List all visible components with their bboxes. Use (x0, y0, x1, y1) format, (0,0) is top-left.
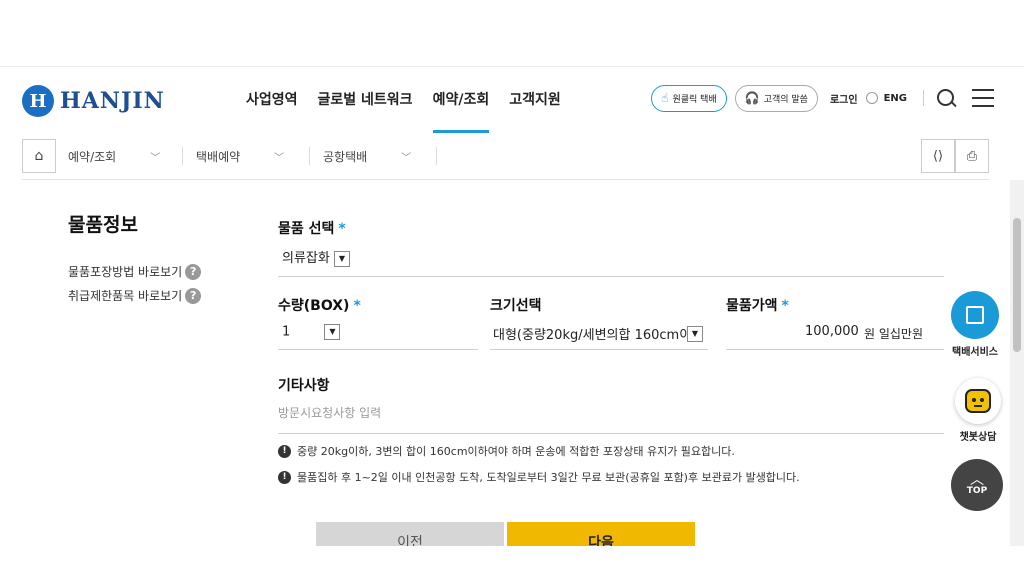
field-underline (726, 349, 944, 350)
packing-guide-label: 물품포장방법 바로보기 (68, 265, 183, 279)
top-blank-band (0, 0, 1024, 66)
next-button[interactable]: 다음 (507, 522, 695, 546)
hanjin-logo[interactable]: H HANJIN (22, 85, 165, 117)
util-divider (923, 90, 924, 106)
utility-bar: ☝ 원클릭 택배 🎧 고객의 말씀 로그인 ENG (651, 83, 994, 113)
quantity-label: 수량(BOX) * (278, 298, 361, 314)
quantity-select[interactable]: 1 ▼ (282, 324, 482, 340)
scrollbar-thumb[interactable] (1013, 218, 1021, 352)
restricted-items-link[interactable]: 취급제한품목 바로보기 ? (68, 287, 202, 304)
breadcrumb-label: 예약/조회 (68, 149, 117, 164)
item-price-korean-unit: 원 일십만원 (864, 327, 924, 341)
info-icon: ! (278, 470, 291, 484)
headset-icon: 🎧 (744, 91, 760, 105)
size-value: 대형(중량20kg/세변의합 160cm이 (493, 328, 687, 343)
login-link[interactable]: 로그인 (830, 91, 858, 106)
breadcrumb-item-airport-parcel[interactable]: 공항택배 ﹀ (323, 139, 411, 173)
scroll-top-icon: ︿ TOP (951, 459, 1003, 511)
top-label: TOP (966, 486, 988, 496)
field-underline (278, 433, 944, 434)
chevron-down-icon: ﹀ (274, 152, 285, 164)
breadcrumb-bar: ⌂ 예약/조회 ﹀ 택배예약 ﹀ 공항택배 ﹀ ⟨⟩ ⎙ (22, 134, 989, 180)
breadcrumb-label: 택배예약 (196, 149, 241, 164)
etc-input[interactable]: 방문시요청사항 입력 (278, 404, 381, 421)
home-icon[interactable]: ⌂ (22, 139, 56, 173)
site-header: H HANJIN 사업영역 글로벌 네트워크 예약/조회 고객지원 ☝ 원클릭 … (0, 66, 1024, 134)
help-icon: ? (185, 287, 202, 304)
chevron-down-icon: ﹀ (150, 152, 161, 164)
print-icon[interactable]: ⎙ (955, 139, 989, 173)
oneclick-parcel-label: 원클릭 택배 (672, 94, 717, 105)
breadcrumb-item-reservation[interactable]: 예약/조회 ﹀ (68, 139, 160, 173)
item-select-dropdown[interactable]: 의류잡화 ▼ (282, 247, 350, 267)
hand-tap-icon: ☝ (661, 91, 669, 105)
field-underline (278, 276, 944, 277)
item-price-input[interactable]: 100,000 (805, 324, 859, 339)
restricted-items-label: 취급제한품목 바로보기 (68, 289, 183, 303)
robot-icon (955, 378, 1001, 424)
top-float-button[interactable]: ︿ TOP (951, 459, 1003, 511)
main-nav: 사업영역 글로벌 네트워크 예약/조회 고객지원 (236, 67, 571, 135)
breadcrumb-label: 공항택배 (323, 149, 368, 164)
size-select-label: 크기선택 (490, 298, 542, 314)
required-mark: * (338, 221, 346, 237)
item-select-value: 의류잡화 (282, 251, 330, 266)
prev-button[interactable]: 이전 (316, 522, 504, 546)
nav-item-business[interactable]: 사업영역 (236, 67, 308, 135)
dropdown-arrow-icon: ▼ (333, 250, 350, 267)
nav-item-global-network[interactable]: 글로벌 네트워크 (308, 67, 423, 135)
weight-size-notice: ! 중량 20kg이하, 3변의 합이 160cm이하여야 하며 운송에 적합한… (278, 443, 735, 459)
nav-item-support[interactable]: 고객지원 (499, 67, 571, 135)
item-price-label: 물품가액 * (726, 298, 789, 314)
item-info-section: 물품정보 물품포장방법 바로보기 ? 취급제한품목 바로보기 ? 물품 선택 * … (22, 180, 989, 546)
chevron-up-icon: ︿ (970, 472, 984, 488)
breadcrumb-divider (309, 147, 310, 165)
customer-voice-label: 고객의 말씀 (763, 94, 808, 105)
quantity-value: 1 (282, 324, 291, 340)
info-icon: ! (278, 444, 291, 458)
item-select-label: 물품 선택 * (278, 221, 346, 237)
customer-voice-button[interactable]: 🎧 고객의 말씀 (734, 84, 818, 112)
required-mark: * (353, 298, 361, 314)
parcel-service-float-button[interactable]: 택배서비스 (951, 291, 999, 358)
chatbot-label: 챗봇상담 (959, 432, 997, 443)
storage-notice: ! 물품집하 후 1~2일 이내 인천공항 도착, 도착일로부터 3일간 무료 … (278, 469, 800, 485)
packing-guide-link[interactable]: 물품포장방법 바로보기 ? (68, 263, 202, 280)
chatbot-float-button[interactable]: 챗봇상담 (955, 378, 1001, 443)
help-icon: ? (185, 263, 202, 280)
bottom-blank-band (0, 546, 1024, 576)
etc-label: 기타사항 (278, 378, 330, 394)
chevron-down-icon: ﹀ (401, 152, 412, 164)
globe-icon (865, 92, 878, 104)
box-icon (951, 291, 999, 339)
field-underline (490, 349, 708, 350)
section-title: 물품정보 (68, 214, 138, 236)
logo-mark-icon: H (22, 85, 54, 117)
breadcrumb-divider (182, 147, 183, 165)
logo-text: HANJIN (60, 88, 165, 114)
hamburger-menu-icon[interactable] (972, 89, 994, 107)
share-icon[interactable]: ⟨⟩ (921, 139, 955, 173)
oneclick-parcel-button[interactable]: ☝ 원클릭 택배 (651, 84, 727, 112)
language-link[interactable]: ENG (884, 93, 907, 104)
parcel-service-label: 택배서비스 (952, 347, 998, 358)
search-icon[interactable] (936, 88, 956, 108)
breadcrumb-divider (436, 147, 437, 165)
dropdown-arrow-icon: ▼ (687, 325, 703, 342)
size-select[interactable]: 대형(중량20kg/세변의합 160cm이▼ (493, 324, 709, 343)
dropdown-arrow-icon: ▼ (324, 324, 341, 340)
required-mark: * (781, 298, 789, 314)
breadcrumb-item-parcel-booking[interactable]: 택배예약 ﹀ (196, 139, 284, 173)
field-underline (278, 349, 478, 350)
nav-item-reservation[interactable]: 예약/조회 (423, 67, 500, 135)
